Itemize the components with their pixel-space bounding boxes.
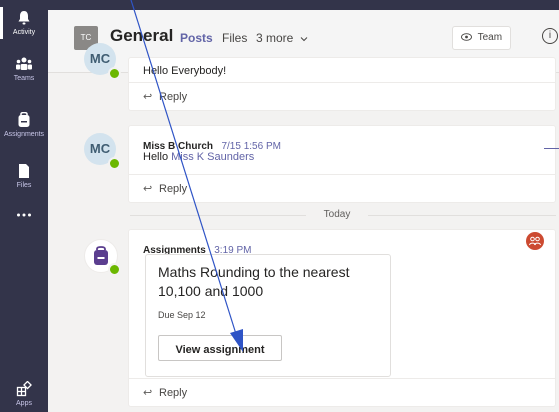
- apps-icon: [16, 381, 32, 397]
- post-assignment: Assignments 3:19 PM Maths Rounding to th…: [128, 229, 556, 407]
- channel-title: General: [110, 26, 174, 45]
- people-icon: [529, 236, 541, 246]
- date-divider: Today: [323, 209, 351, 220]
- mention-link[interactable]: Miss K Saunders: [171, 151, 254, 163]
- tab-posts[interactable]: Posts: [180, 31, 213, 60]
- post-message-text: Hello: [143, 151, 172, 163]
- team-button-label: Team: [477, 32, 503, 43]
- reply-label: Reply: [159, 183, 188, 195]
- rail-item-assignments[interactable]: Assignments: [0, 112, 48, 139]
- rail-label-activity: Activity: [12, 29, 36, 36]
- reply-label: Reply: [159, 387, 188, 399]
- reply-bar[interactable]: ↩ Reply: [129, 82, 555, 111]
- backpack-icon: [18, 112, 30, 127]
- reply-bar[interactable]: ↩ Reply: [129, 378, 555, 407]
- assignment-title: Maths Rounding to the nearest 10,100 and…: [158, 264, 350, 299]
- tab-more[interactable]: 3 more: [256, 31, 308, 45]
- rail-item-files[interactable]: Files: [0, 163, 48, 190]
- file-icon: [19, 164, 29, 178]
- post-message: Hello Miss K Saunders: [143, 151, 254, 163]
- chevron-down-icon: [300, 36, 308, 42]
- presence-available-icon: [108, 67, 121, 80]
- reaction-badge[interactable]: [526, 232, 544, 250]
- more-dots-icon: [17, 213, 31, 217]
- teams-icon: [16, 57, 32, 70]
- conversation-feed: Hello Everybody! ↩ Reply MC Miss B Churc…: [48, 43, 559, 412]
- rail-label-teams: Teams: [13, 75, 35, 82]
- view-assignment-button[interactable]: View assignment: [158, 335, 282, 361]
- reply-arrow-icon: ↩: [143, 183, 153, 195]
- rail-label-assignments: Assignments: [3, 131, 45, 138]
- app-rail: Activity Teams Assignments Files Apps: [0, 0, 48, 412]
- reply-label: Reply: [159, 91, 188, 103]
- assignment-card[interactable]: Maths Rounding to the nearest 10,100 and…: [145, 254, 391, 377]
- rail-item-more[interactable]: [0, 212, 48, 218]
- presence-available-icon: [108, 263, 121, 276]
- date-divider-line: [130, 215, 306, 216]
- reply-arrow-icon: ↩: [143, 387, 153, 399]
- reply-bar[interactable]: ↩ Reply: [129, 174, 555, 203]
- post-message: Hello Everybody!: [143, 65, 227, 77]
- eye-icon: [461, 33, 472, 41]
- scroll-cue: [544, 148, 559, 149]
- rail-label-files: Files: [16, 182, 32, 189]
- info-icon[interactable]: i: [542, 28, 558, 44]
- rail-item-activity[interactable]: Activity: [0, 7, 48, 39]
- title-bar-strip: [48, 0, 559, 10]
- rail-label-apps: Apps: [16, 400, 32, 407]
- rail-item-teams[interactable]: Teams: [0, 56, 48, 83]
- presence-available-icon: [108, 157, 121, 170]
- date-divider-line: [368, 215, 556, 216]
- reply-arrow-icon: ↩: [143, 91, 153, 103]
- team-button[interactable]: Team: [452, 26, 512, 50]
- post-miss-b-church: Miss B Church 7/15 1:56 PM Hello Miss K …: [128, 125, 556, 203]
- rail-item-apps[interactable]: Apps: [0, 381, 48, 408]
- bell-icon: [18, 11, 30, 25]
- backpack-icon: [94, 246, 108, 265]
- assignment-due-date: Due Sep 12: [158, 310, 206, 320]
- tab-more-label: 3 more: [256, 31, 294, 45]
- tab-files[interactable]: Files: [222, 31, 247, 45]
- post-hello-everybody: Hello Everybody! ↩ Reply: [128, 57, 556, 111]
